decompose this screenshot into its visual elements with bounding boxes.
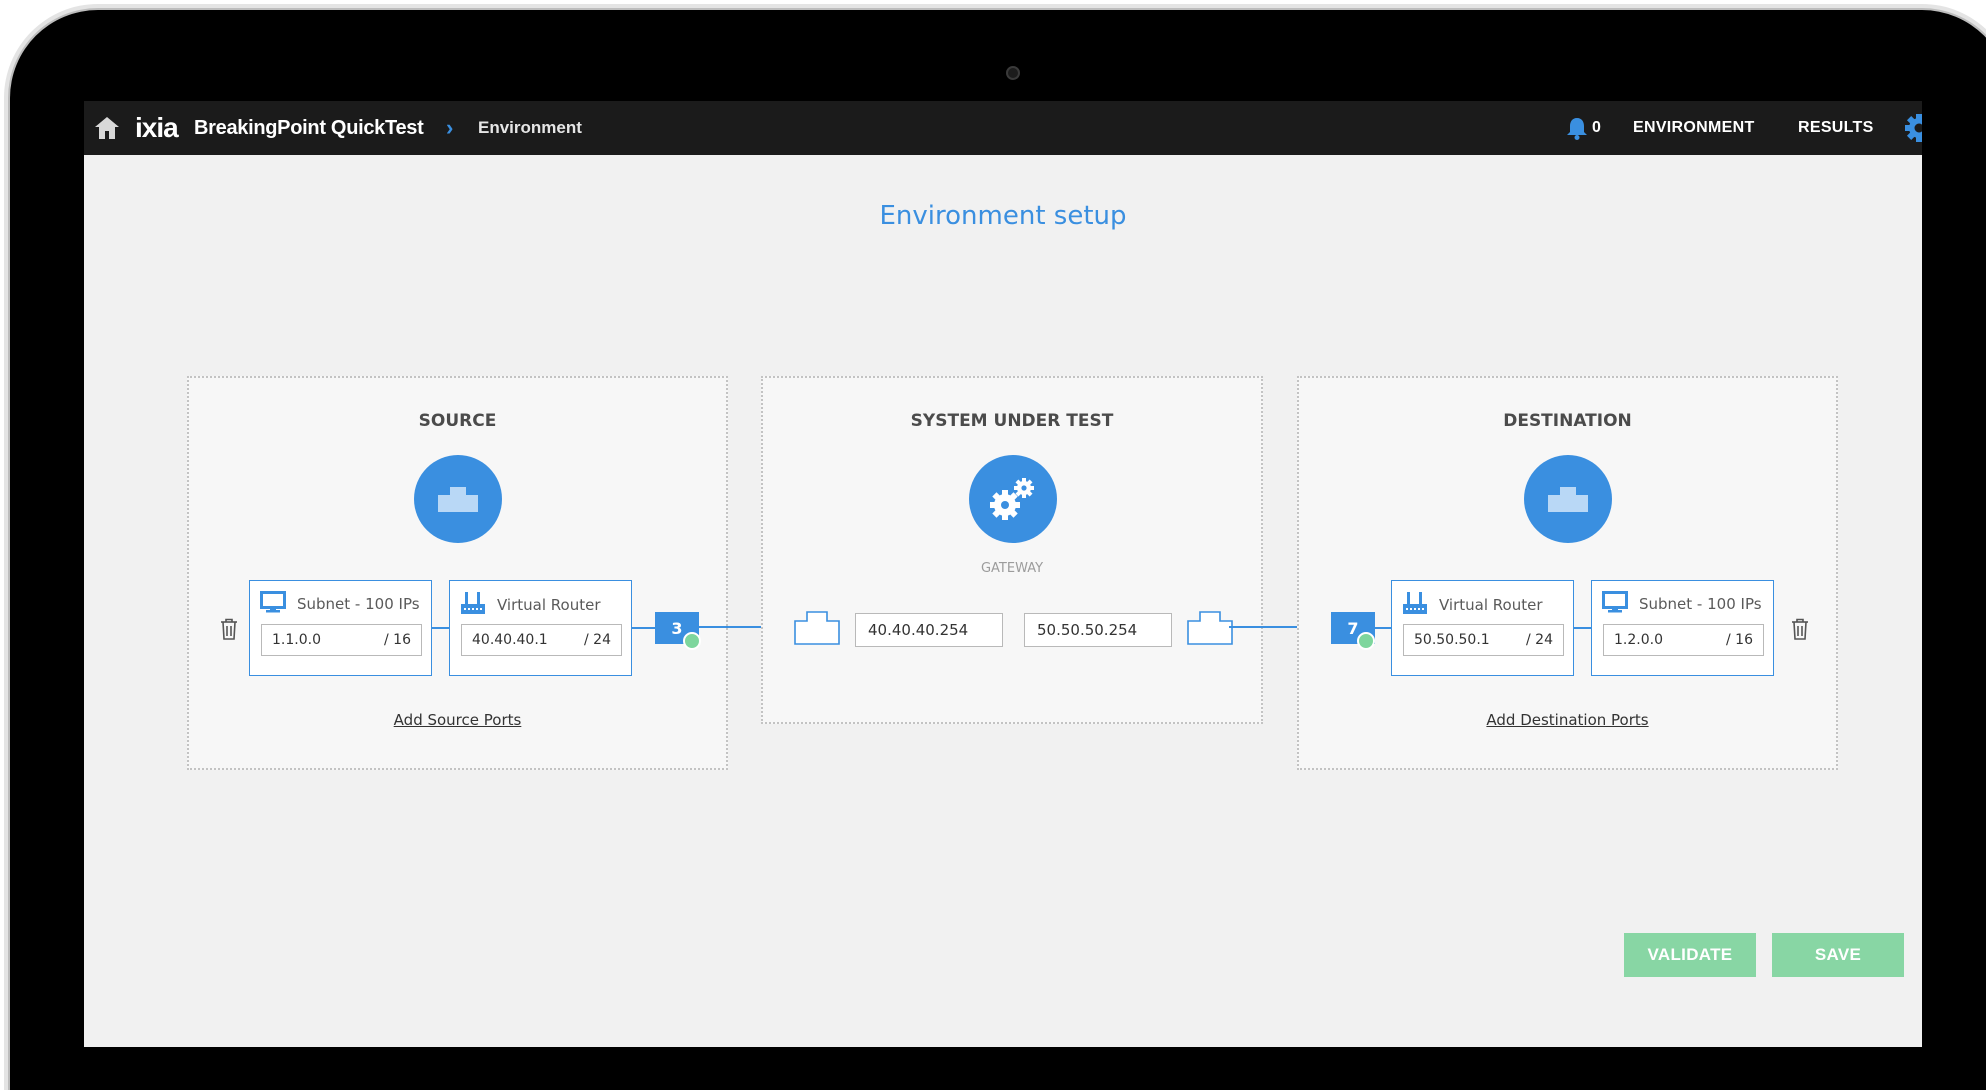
breadcrumb-current: Environment (478, 118, 582, 137)
destination-subnet-mask: / 16 (1726, 632, 1753, 648)
delete-source-icon[interactable] (219, 618, 239, 644)
app-screen: ixia BreakingPoint QuickTest › Environme… (84, 101, 1922, 1047)
destination-port-status-icon (1357, 632, 1375, 650)
destination-subnet-ip: 1.2.0.0 (1614, 632, 1663, 648)
source-router-ip: 40.40.40.1 (472, 632, 548, 648)
destination-title: DESTINATION (1503, 411, 1632, 431)
router-icon (460, 591, 486, 619)
sut-left-port-icon (794, 611, 840, 649)
destination-subnet-label: Subnet - 100 IPs (1639, 595, 1762, 613)
destination-router-label: Virtual Router (1439, 596, 1543, 614)
destination-panel: DESTINATION 7 Virtual Router 50.50.50.1 … (1297, 376, 1838, 770)
destination-subnet-card[interactable]: Subnet - 100 IPs 1.2.0.0 / 16 (1591, 580, 1774, 676)
sut-left-ip-input[interactable]: 40.40.40.254 (855, 613, 1003, 647)
destination-router-mask: / 24 (1526, 632, 1553, 648)
source-subnet-ip: 1.1.0.0 (272, 632, 321, 648)
source-link-line (432, 627, 449, 629)
camera-icon (1006, 66, 1020, 80)
sut-right-port-icon (1187, 611, 1233, 649)
source-subnet-label: Subnet - 100 IPs (297, 595, 420, 613)
source-title: SOURCE (418, 411, 497, 431)
destination-network-icon (1524, 455, 1612, 543)
destination-link-line (1574, 627, 1591, 629)
sut-right-ip-input[interactable]: 50.50.50.254 (1024, 613, 1172, 647)
source-router-card[interactable]: Virtual Router 40.40.40.1 / 24 (449, 580, 632, 676)
source-router-ip-input[interactable]: 40.40.40.1 / 24 (461, 624, 622, 656)
validate-button[interactable]: VALIDATE (1624, 933, 1756, 977)
nav-environment[interactable]: ENVIRONMENT (1633, 101, 1755, 155)
source-subnet-mask: / 16 (384, 632, 411, 648)
monitor-icon (260, 591, 286, 617)
brand-logo[interactable]: ixia (135, 101, 179, 155)
nav-results[interactable]: RESULTS (1798, 101, 1874, 155)
delete-destination-icon[interactable] (1790, 618, 1810, 644)
monitor-icon (1602, 591, 1628, 617)
breadcrumb-separator: › (446, 115, 454, 140)
page-title: Environment setup (879, 201, 1127, 231)
source-subnet-ip-input[interactable]: 1.1.0.0 / 16 (261, 624, 422, 656)
product-name[interactable]: BreakingPoint QuickTest (194, 101, 424, 155)
settings-gear-icon[interactable] (1904, 101, 1922, 155)
source-router-label: Virtual Router (497, 596, 601, 614)
source-port-line (632, 627, 657, 629)
add-source-ports-link[interactable]: Add Source Ports (189, 711, 726, 729)
save-button[interactable]: SAVE (1772, 933, 1904, 977)
source-panel: SOURCE Subnet - 100 IPs 1.1.0.0 / 16 Vir… (187, 376, 728, 770)
sut-gears-icon (969, 455, 1057, 543)
destination-router-ip-input[interactable]: 50.50.50.1 / 24 (1403, 624, 1564, 656)
source-port-status-icon (683, 632, 701, 650)
destination-router-card[interactable]: Virtual Router 50.50.50.1 / 24 (1391, 580, 1574, 676)
source-subnet-card[interactable]: Subnet - 100 IPs 1.1.0.0 / 16 (249, 580, 432, 676)
source-network-icon (414, 455, 502, 543)
sut-type-label: GATEWAY (980, 561, 1044, 576)
destination-subnet-ip-input[interactable]: 1.2.0.0 / 16 (1603, 624, 1764, 656)
add-destination-ports-link[interactable]: Add Destination Ports (1299, 711, 1836, 729)
destination-port-line (1375, 627, 1391, 629)
sut-panel: SYSTEM UNDER TEST GATEWAY 40.40.40.254 5… (761, 376, 1263, 724)
router-icon (1402, 591, 1428, 619)
notification-count: 0 (1592, 119, 1601, 136)
destination-router-ip: 50.50.50.1 (1414, 632, 1490, 648)
source-router-mask: / 24 (584, 632, 611, 648)
sut-title: SYSTEM UNDER TEST (910, 411, 1114, 431)
top-bar: ixia BreakingPoint QuickTest › Environme… (84, 101, 1922, 155)
home-icon[interactable] (92, 101, 122, 155)
bell-icon[interactable] (1566, 101, 1588, 155)
